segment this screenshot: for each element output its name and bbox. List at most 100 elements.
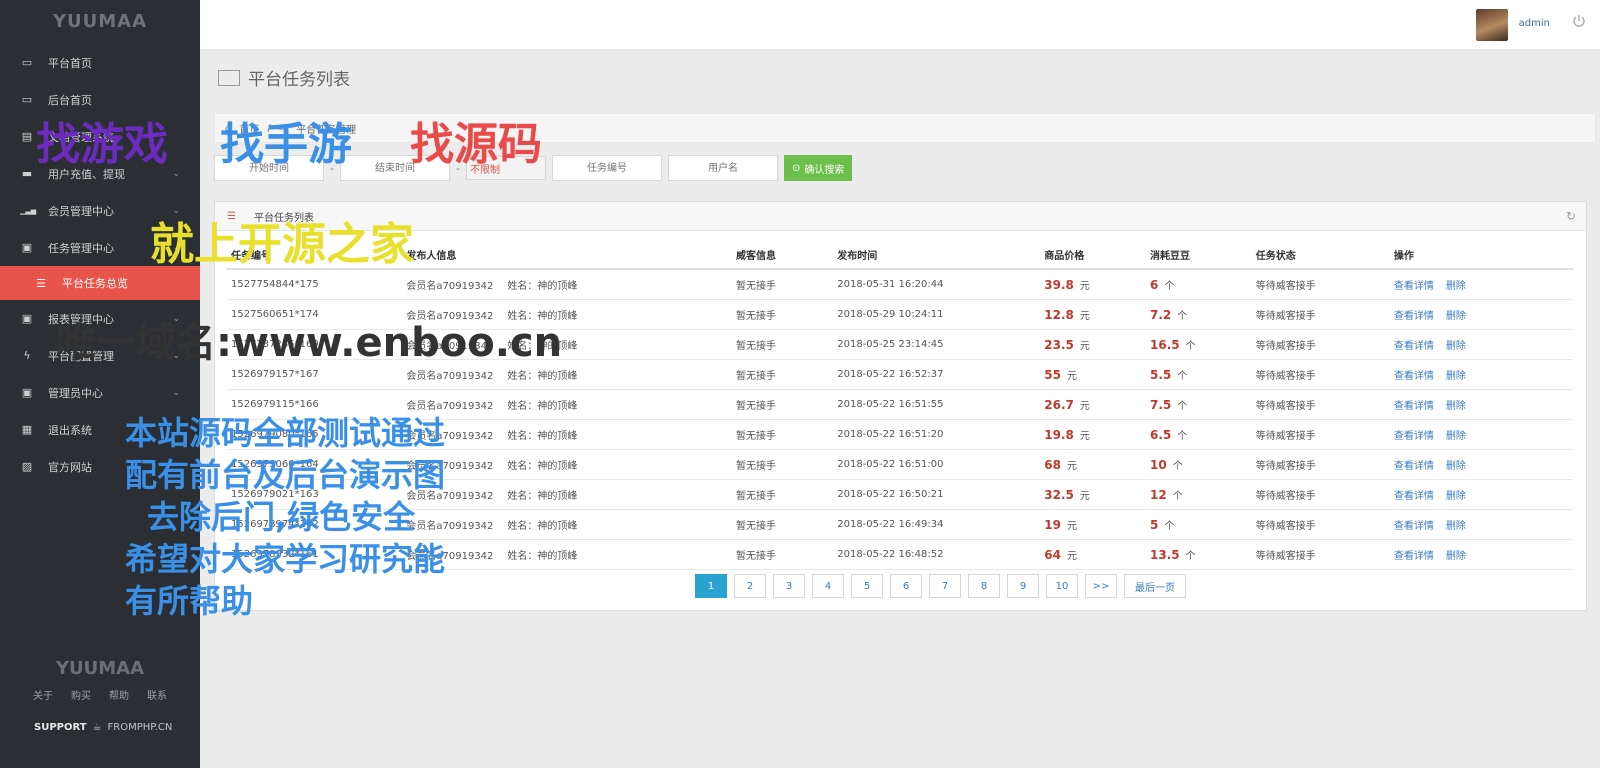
sidebar-item-label: 平台首页: [48, 56, 92, 70]
view-detail-link[interactable]: 查看详情: [1394, 311, 1434, 322]
publisher-name: 姓名：神的顶峰: [507, 461, 578, 472]
sidebar-item[interactable]: ▣ 管理员中心 ⌄: [0, 374, 200, 411]
last-page-button[interactable]: 最后一页: [1124, 574, 1186, 598]
support: SUPPORT ☕ FROMPHP.CN: [34, 722, 200, 733]
delete-link[interactable]: 删除: [1446, 551, 1466, 562]
support-site[interactable]: FROMPHP.CN: [108, 722, 173, 733]
delete-link[interactable]: 删除: [1446, 281, 1466, 292]
beans-cell: 10 个: [1146, 449, 1252, 480]
page-button[interactable]: 4: [812, 574, 844, 598]
price-value: 26.7: [1044, 398, 1074, 412]
price-cell: 32.5 元: [1040, 479, 1147, 510]
task-id: 1527754844*175: [227, 269, 403, 300]
page-button[interactable]: 1: [695, 574, 727, 598]
delete-link[interactable]: 删除: [1446, 341, 1466, 352]
worker-info: 暂无接手: [731, 299, 834, 330]
delete-link[interactable]: 删除: [1446, 521, 1466, 532]
page-button[interactable]: 6: [890, 574, 922, 598]
beans-cell: 7.2 个: [1146, 299, 1252, 330]
publisher-name: 姓名：神的顶峰: [507, 491, 578, 502]
price-value: 23.5: [1044, 338, 1074, 352]
page-button[interactable]: 9: [1007, 574, 1039, 598]
page-title: 平台任务列表: [218, 65, 350, 90]
task-number-input[interactable]: [551, 155, 662, 181]
watermark-find-source: 找源码: [410, 119, 542, 170]
view-detail-link[interactable]: 查看详情: [1394, 551, 1434, 562]
delete-link[interactable]: 删除: [1446, 491, 1466, 502]
actions-cell: 查看详情 删除: [1389, 479, 1573, 510]
beans-value: 10: [1150, 458, 1167, 472]
price-value: 12.8: [1044, 308, 1074, 322]
pagination: 1 2 3 4 5 6 7 8 9 10 >> 最后一页: [695, 574, 1186, 598]
chevron-down-icon: ⌄: [172, 168, 180, 179]
beans-value: 16.5: [1150, 338, 1180, 352]
actions-cell: 查看详情 删除: [1389, 419, 1573, 450]
view-detail-link[interactable]: 查看详情: [1394, 281, 1434, 292]
view-detail-link[interactable]: 查看详情: [1394, 371, 1434, 382]
page-button[interactable]: 10: [1046, 574, 1078, 598]
delete-link[interactable]: 删除: [1446, 311, 1466, 322]
admin-username[interactable]: admin: [1519, 18, 1550, 29]
worker-info: 暂无接手: [731, 449, 834, 480]
sidebar-item-label: 管理员中心: [48, 386, 103, 400]
delete-link[interactable]: 删除: [1446, 431, 1466, 442]
publisher-member: 会员名a70919342: [406, 371, 494, 382]
column-header: 操作: [1389, 240, 1573, 270]
publisher-name: 姓名：神的顶峰: [507, 521, 578, 532]
view-detail-link[interactable]: 查看详情: [1394, 401, 1434, 412]
view-detail-link[interactable]: 查看详情: [1394, 431, 1434, 442]
delete-link[interactable]: 删除: [1446, 461, 1466, 472]
column-header: 任务状态: [1251, 240, 1390, 270]
task-status: 等待威客接手: [1251, 509, 1390, 540]
topbar: admin: [200, 0, 1600, 50]
username-input[interactable]: [667, 155, 778, 181]
next-page-button[interactable]: >>: [1085, 574, 1117, 598]
page-button[interactable]: 7: [929, 574, 961, 598]
footer-brand: YUUMAA: [55, 658, 145, 679]
power-icon[interactable]: [1572, 14, 1586, 28]
bolt-icon: ϟ: [23, 349, 31, 362]
footer-link[interactable]: 联系: [147, 687, 167, 702]
delete-link[interactable]: 删除: [1446, 371, 1466, 382]
search-button-label: 确认搜索: [804, 164, 845, 176]
watermark-domain: 唯一域名:www.enboo.cn: [56, 320, 563, 366]
refresh-icon[interactable]: ↻: [1566, 209, 1576, 223]
footer-link[interactable]: 购买: [71, 687, 91, 702]
task-status: 等待威客接手: [1251, 479, 1390, 510]
avatar[interactable]: [1476, 9, 1508, 41]
task-status: 等待威客接手: [1251, 299, 1390, 330]
search-button[interactable]: ⊙ 确认搜索: [783, 155, 853, 181]
sidebar-item[interactable]: ▭ 平台首页: [0, 44, 200, 81]
price-unit: 元: [1066, 521, 1077, 532]
sidebar-brand: YUUMAA: [52, 11, 148, 32]
task-status: 等待威客接手: [1251, 449, 1390, 480]
publisher-cell: 会员名a70919342 姓名：神的顶峰: [402, 479, 732, 510]
beans-value: 7.5: [1150, 398, 1172, 412]
delete-link[interactable]: 删除: [1446, 401, 1466, 412]
search-circle-icon: ⊙: [791, 162, 801, 174]
task-status: 等待威客接手: [1251, 539, 1390, 570]
view-detail-link[interactable]: 查看详情: [1394, 341, 1434, 352]
page-button[interactable]: 5: [851, 574, 883, 598]
beans-unit: 个: [1185, 341, 1196, 352]
worker-info: 暂无接手: [731, 479, 834, 510]
page-button[interactable]: 2: [734, 574, 766, 598]
price-unit: 元: [1066, 551, 1077, 562]
footer-link[interactable]: 关于: [33, 687, 53, 702]
watermark-note: 希望对大家学习研究能: [125, 540, 446, 578]
price-cell: 26.7 元: [1040, 389, 1147, 420]
actions-cell: 查看详情 删除: [1389, 509, 1573, 540]
view-detail-link[interactable]: 查看详情: [1394, 491, 1434, 502]
beans-unit: 个: [1177, 371, 1188, 382]
publisher-member: 会员名a70919342: [406, 401, 494, 412]
price-unit: 元: [1066, 371, 1077, 382]
footer-link[interactable]: 帮助: [109, 687, 129, 702]
page-button[interactable]: 8: [968, 574, 1000, 598]
price-cell: 12.8 元: [1040, 299, 1147, 330]
price-cell: 23.5 元: [1040, 329, 1147, 360]
view-detail-link[interactable]: 查看详情: [1394, 461, 1434, 472]
page-button[interactable]: 3: [773, 574, 805, 598]
task-status: 等待威客接手: [1251, 359, 1390, 390]
actions-cell: 查看详情 删除: [1389, 359, 1573, 390]
view-detail-link[interactable]: 查看详情: [1394, 521, 1434, 532]
